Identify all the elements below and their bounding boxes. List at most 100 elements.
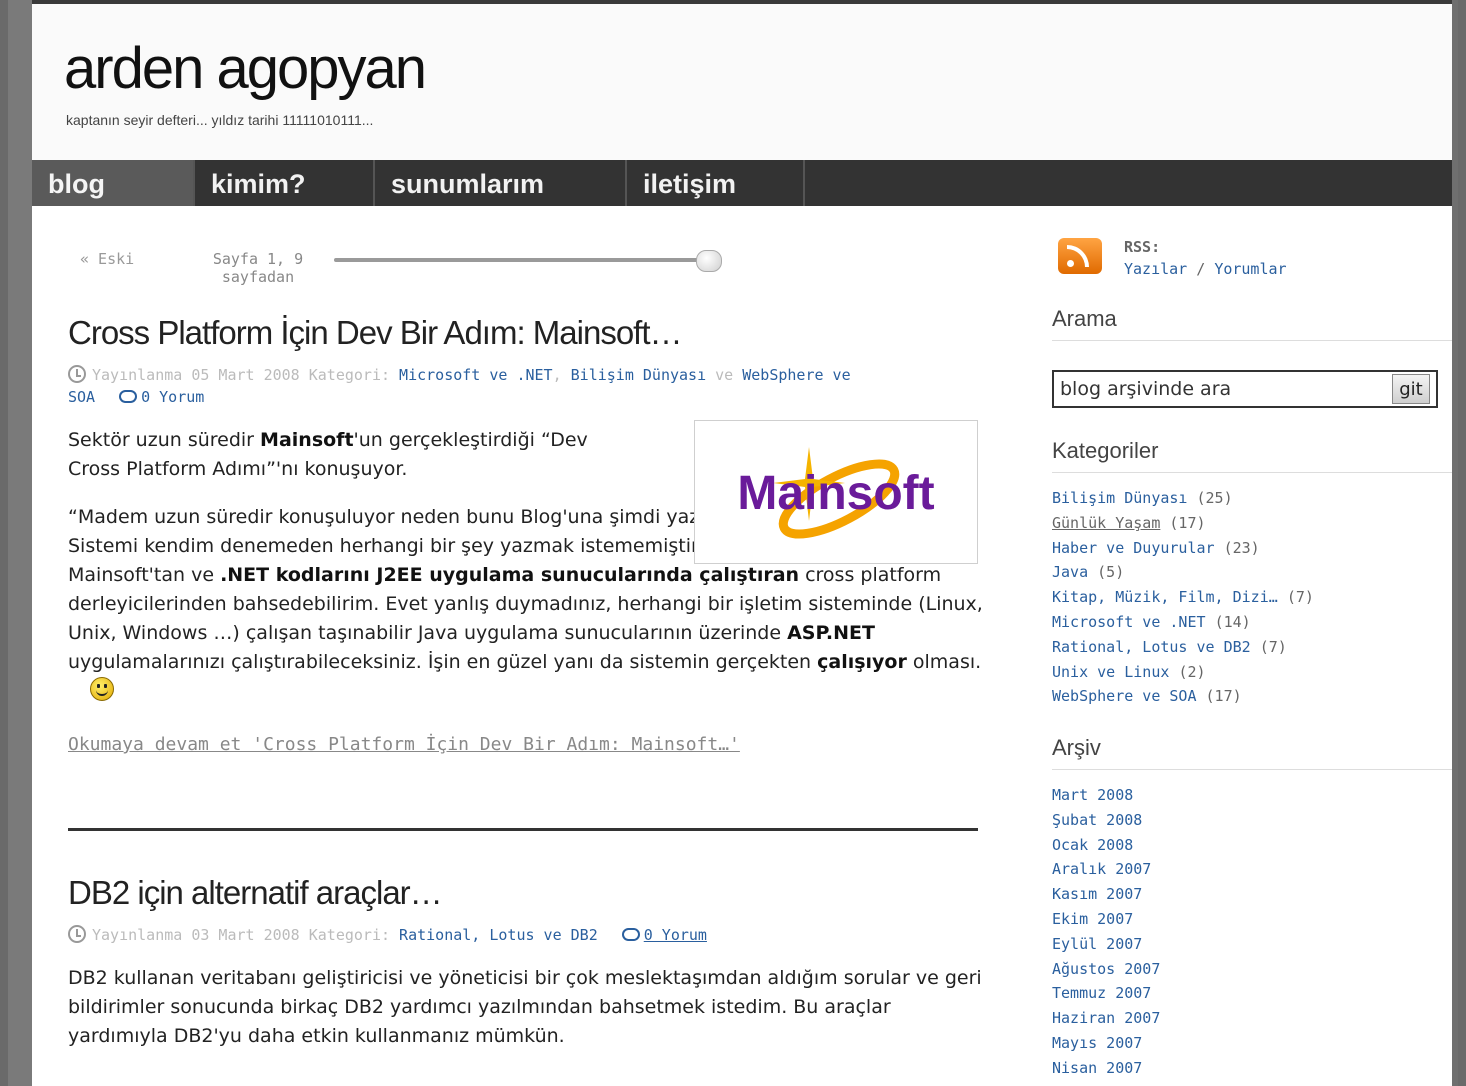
- archive-link[interactable]: Ekim 2007: [1052, 910, 1133, 928]
- archive-link[interactable]: Ocak 2008: [1052, 836, 1133, 854]
- category-link[interactable]: Rational, Lotus ve DB2: [1052, 638, 1251, 656]
- nav-kimim[interactable]: kimim?: [195, 160, 375, 206]
- older-posts-link[interactable]: « Eski: [80, 250, 134, 268]
- category-link[interactable]: Java: [1052, 563, 1088, 581]
- comment-icon: [621, 928, 640, 941]
- clock-icon: [68, 925, 86, 943]
- archive-item: Kasım 2007: [1052, 882, 1160, 907]
- category-link[interactable]: WebSphere ve SOA: [1052, 687, 1197, 705]
- clock-icon: [68, 365, 86, 383]
- category-item: Rational, Lotus ve DB2 (7): [1052, 635, 1314, 660]
- category-count: (2): [1178, 662, 1206, 681]
- archive-link[interactable]: Temmuz 2007: [1052, 984, 1151, 1002]
- site-tagline: kaptanın seyir defteri... yıldız tarihi …: [66, 112, 374, 128]
- page-slider-handle[interactable]: [696, 250, 722, 272]
- site-title[interactable]: arden agopyan: [64, 40, 427, 98]
- category-item: Günlük Yaşam (17): [1052, 511, 1314, 536]
- mainsoft-logo: Mainsoft: [694, 420, 978, 564]
- nav-iletisim[interactable]: iletişim: [627, 160, 805, 206]
- post-meta: Yayınlanma 05 Mart 2008 Kategori: Micros…: [68, 365, 851, 406]
- site-header: arden agopyan kaptanın seyir defteri... …: [32, 4, 1452, 160]
- comments-link[interactable]: 0 Yorum: [644, 926, 707, 944]
- category-item: Kitap, Müzik, Film, Dizi… (7): [1052, 585, 1314, 610]
- smiley-icon: [90, 677, 114, 701]
- category-link[interactable]: Haber ve Duyurular: [1052, 539, 1215, 557]
- archive-link[interactable]: Aralık 2007: [1052, 860, 1151, 878]
- comment-icon: [119, 390, 138, 403]
- rss-icon[interactable]: [1058, 238, 1102, 274]
- nav-sunumlarim[interactable]: sunumlarım: [375, 160, 627, 206]
- category-count: (25): [1196, 489, 1233, 507]
- logo-text: Mainsoft: [737, 467, 934, 520]
- rss-links: Yazılar / Yorumlar: [1124, 260, 1287, 278]
- category-item: Java (5): [1052, 560, 1314, 585]
- category-link[interactable]: Kitap, Müzik, Film, Dizi…: [1052, 588, 1278, 606]
- post: DB2 için alternatif araçlar… Yayınlanma …: [68, 874, 988, 1051]
- category-link[interactable]: Günlük Yaşam: [1052, 514, 1160, 532]
- rss-comments-link[interactable]: Yorumlar: [1214, 260, 1286, 278]
- category-link[interactable]: Microsoft ve .NET: [1052, 613, 1206, 631]
- archive-link[interactable]: Nisan 2007: [1052, 1059, 1142, 1077]
- archive-item: Aralık 2007: [1052, 857, 1160, 882]
- browser-page: arden agopyan kaptanın seyir defteri... …: [8, 0, 1458, 1086]
- category-item: Microsoft ve .NET (14): [1052, 610, 1314, 635]
- post-date: Yayınlanma 05 Mart 2008 Kategori:: [92, 366, 391, 384]
- rss-posts-link[interactable]: Yazılar: [1124, 260, 1187, 278]
- page-slider-track[interactable]: [334, 258, 714, 262]
- post-paragraph: Sektör uzun süredir Mainsoft'un gerçekle…: [68, 429, 588, 480]
- search-input[interactable]: [1060, 376, 1380, 402]
- archive-link[interactable]: Eylül 2007: [1052, 935, 1142, 953]
- archive-link[interactable]: Haziran 2007: [1052, 1009, 1160, 1027]
- category-link[interactable]: Bilişim Dünyası: [1052, 489, 1187, 507]
- category-count: (17): [1205, 687, 1242, 706]
- comments-link[interactable]: 0 Yorum: [141, 388, 204, 406]
- rss-title: RSS:: [1124, 238, 1161, 256]
- category-count: (17): [1169, 513, 1206, 532]
- post-title[interactable]: DB2 için alternatif araçlar…: [68, 874, 988, 912]
- archive-link[interactable]: Şubat 2008: [1052, 811, 1142, 829]
- rss-separator: /: [1196, 260, 1206, 278]
- archive-widget-title: Arşiv: [1052, 735, 1452, 770]
- category-count: (23): [1223, 538, 1260, 557]
- archive-item: Mayıs 2007: [1052, 1031, 1160, 1056]
- archive-item: Şubat 2008: [1052, 808, 1160, 833]
- main-nav: blog kimim? sunumlarım iletişim: [32, 160, 1452, 206]
- archive-item: Nisan 2007: [1052, 1056, 1160, 1081]
- archive-item: Mart 2008: [1052, 783, 1160, 808]
- post-title[interactable]: Cross Platform İçin Dev Bir Adım: Mainso…: [68, 314, 988, 352]
- window-frame-right: [1452, 0, 1458, 1086]
- nav-blog[interactable]: blog: [32, 160, 195, 206]
- post-meta: Yayınlanma 03 Mart 2008 Kategori: Ration…: [68, 924, 988, 946]
- category-count: (7): [1259, 637, 1287, 656]
- read-more-link[interactable]: Okumaya devam et 'Cross Platform İçin De…: [68, 734, 740, 755]
- search-box: git: [1052, 370, 1438, 408]
- archive-link[interactable]: Kasım 2007: [1052, 885, 1142, 903]
- category-count: (14): [1214, 612, 1251, 631]
- search-widget-title: Arama: [1052, 306, 1452, 341]
- post-date: Yayınlanma 03 Mart 2008 Kategori:: [92, 926, 391, 944]
- post-paragraph: DB2 kullanan veritabanı geliştiricisi ve…: [68, 967, 982, 1047]
- category-link[interactable]: Rational, Lotus ve DB2: [399, 926, 598, 944]
- categories-widget-title: Kategoriler: [1052, 438, 1452, 473]
- window-frame-left: [8, 0, 32, 1086]
- archive-item: Ocak 2008: [1052, 833, 1160, 858]
- archive-list: Mart 2008 Şubat 2008 Ocak 2008 Aralık 20…: [1052, 783, 1160, 1081]
- category-item: Unix ve Linux (2): [1052, 660, 1314, 685]
- category-count: (5): [1097, 563, 1125, 582]
- archive-link[interactable]: Mart 2008: [1052, 786, 1133, 804]
- category-item: WebSphere ve SOA (17): [1052, 684, 1314, 709]
- category-link[interactable]: Bilişim Dünyası: [571, 366, 706, 384]
- category-item: Bilişim Dünyası (25): [1052, 486, 1314, 511]
- archive-link[interactable]: Mayıs 2007: [1052, 1034, 1142, 1052]
- archive-item: Temmuz 2007: [1052, 981, 1160, 1006]
- category-count: (7): [1286, 588, 1314, 607]
- archive-item: Ağustos 2007: [1052, 957, 1160, 982]
- search-button[interactable]: git: [1392, 374, 1430, 404]
- category-item: Haber ve Duyurular (23): [1052, 536, 1314, 561]
- page-info: Sayfa 1, 9 sayfadan: [212, 250, 304, 286]
- post-divider: [68, 828, 978, 831]
- archive-link[interactable]: Ağustos 2007: [1052, 960, 1160, 978]
- category-link[interactable]: Microsoft ve .NET: [399, 366, 553, 384]
- category-link[interactable]: Unix ve Linux: [1052, 663, 1169, 681]
- meta-and: ve: [715, 366, 734, 384]
